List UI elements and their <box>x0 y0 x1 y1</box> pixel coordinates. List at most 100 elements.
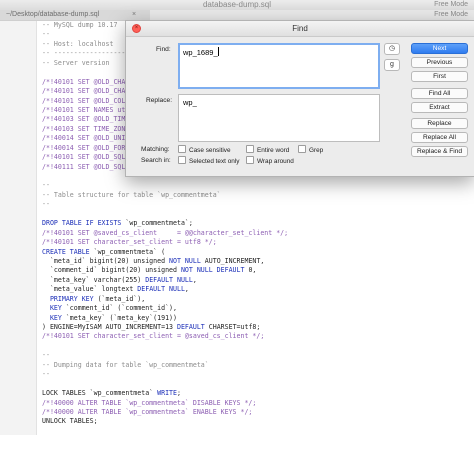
line-number <box>0 304 36 313</box>
line-number <box>0 285 36 294</box>
tab-close-icon[interactable]: × <box>132 10 142 20</box>
previous-button[interactable]: Previous <box>411 57 468 68</box>
code-line: -- Dumping data for table `wp_commentmet… <box>42 361 474 370</box>
wrap-around-checkbox[interactable]: Wrap around <box>246 156 294 165</box>
code-token: , <box>184 285 189 294</box>
line-number <box>0 78 36 87</box>
code-token: /*!40000 ALTER TABLE `wp_commentmeta` EN… <box>42 407 253 416</box>
code-line: UNLOCK TABLES; <box>42 417 474 426</box>
next-button[interactable]: Next <box>411 43 468 54</box>
document-tab-label: ~/Desktop/database-dump.sql <box>6 11 100 18</box>
extract-button[interactable]: Extract <box>411 102 468 113</box>
checkbox-box <box>178 156 186 164</box>
code-token: -- Table structure for table `wp_comment… <box>42 190 221 199</box>
code-token: KEY <box>42 304 62 313</box>
find-all-button[interactable]: Find All <box>411 88 468 99</box>
line-number <box>0 115 36 124</box>
line-number <box>0 40 36 49</box>
code-token: -- MySQL dump 10.17 <box>42 21 118 29</box>
case-sensitive-label: Case sensitive <box>189 147 231 154</box>
code-token: DROP TABLE IF EXISTS <box>42 219 122 228</box>
code-line: KEY `meta_key` (`meta_key`(191)) <box>42 314 474 323</box>
line-number <box>0 87 36 96</box>
code-token: `meta_key` (`meta_key`(191)) <box>61 313 177 322</box>
code-line: /*!40101 SET character_set_client = @sav… <box>42 332 474 341</box>
replace-and-find-button[interactable]: Replace & Find <box>411 146 468 157</box>
code-token: AUTO_INCREMENT, <box>200 256 265 265</box>
code-token: (`meta_id`), <box>93 294 146 303</box>
line-number <box>0 446 36 455</box>
find-dialog-titlebar: × Find <box>126 21 474 37</box>
wrap-around-label: Wrap around <box>257 158 294 165</box>
code-token: `wp_commentmeta` ( <box>89 247 166 256</box>
entire-word-label: Entire word <box>257 147 290 154</box>
line-number <box>0 191 36 200</box>
line-number <box>0 370 36 379</box>
line-number <box>0 172 36 181</box>
entire-word-checkbox[interactable]: Entire word <box>246 145 289 154</box>
code-token: WRITE <box>157 389 177 398</box>
line-number <box>0 323 36 332</box>
replace-input[interactable]: wp_ <box>178 94 380 142</box>
line-number <box>0 380 36 389</box>
line-number-gutter <box>0 21 37 435</box>
code-token: NOT NULL DEFAULT <box>180 266 245 275</box>
line-number <box>0 49 36 58</box>
line-number <box>0 30 36 39</box>
code-token: `wp_commentmeta`; <box>121 219 193 228</box>
line-number <box>0 295 36 304</box>
window-title: database-dump.sql <box>202 0 272 9</box>
line-number <box>0 163 36 172</box>
find-label: Find: <box>156 46 171 53</box>
line-number <box>0 106 36 115</box>
checkbox-box <box>178 145 186 153</box>
code-token: CHARSET=utf8; <box>204 323 261 331</box>
first-button[interactable]: First <box>411 71 468 82</box>
line-number <box>0 210 36 219</box>
case-sensitive-checkbox[interactable]: Case sensitive <box>178 145 231 154</box>
code-line: -- <box>42 200 474 209</box>
code-line: /*!40101 SET @saved_cs_client = @@charac… <box>42 229 474 238</box>
code-token: 0, <box>244 266 257 275</box>
code-token: /*!40000 ALTER TABLE `wp_commentmeta` DI… <box>42 398 257 407</box>
find-input[interactable]: wp_1689_ <box>178 43 380 89</box>
matching-label: Matching: <box>141 146 170 153</box>
line-number <box>0 59 36 68</box>
code-line: PRIMARY KEY (`meta_id`), <box>42 295 474 304</box>
line-number <box>0 97 36 106</box>
replace-button[interactable]: Replace <box>411 118 468 129</box>
line-number <box>0 408 36 417</box>
code-token: DEFAULT NULL <box>137 285 185 294</box>
code-token: `meta_value` longtext <box>42 285 138 294</box>
line-number <box>0 399 36 408</box>
code-token: UNLOCK TABLES; <box>42 417 98 426</box>
code-line: CREATE TABLE `wp_commentmeta` ( <box>42 248 474 257</box>
replace-input-value: wp_ <box>183 98 197 107</box>
code-line: /*!40000 ALTER TABLE `wp_commentmeta` DI… <box>42 399 474 408</box>
grep-pattern-menu[interactable]: g <box>384 59 400 71</box>
line-number <box>0 314 36 323</box>
close-icon[interactable]: × <box>132 24 141 33</box>
code-token: ) ENGINE=MyISAM AUTO_INCREMENT=13 <box>42 323 177 331</box>
document-tab[interactable]: ~/Desktop/database-dump.sql × <box>0 10 150 20</box>
replace-all-button[interactable]: Replace All <box>411 132 468 143</box>
replace-label: Replace: <box>146 97 173 104</box>
code-token: -- <box>42 181 50 190</box>
code-line: ) ENGINE=MyISAM AUTO_INCREMENT=13 DEFAUL… <box>42 323 474 332</box>
text-cursor <box>217 47 219 56</box>
checkbox-box <box>246 145 254 153</box>
code-token: LOCK TABLES `wp_commentmeta` <box>42 389 158 398</box>
code-token: -- <box>42 30 50 39</box>
clock-icon[interactable]: ◷ <box>384 43 400 55</box>
find-input-value: wp_1689_ <box>183 48 218 57</box>
code-line: -- <box>42 370 474 379</box>
grep-checkbox[interactable]: Grep <box>298 145 323 154</box>
code-line: -- <box>42 351 474 360</box>
line-number <box>0 153 36 162</box>
code-token: -- <box>42 370 50 379</box>
selected-text-only-label: Selected text only <box>189 158 240 165</box>
selected-text-only-checkbox[interactable]: Selected text only <box>178 156 239 165</box>
mode-label: Free Mode <box>434 11 468 18</box>
code-line: LOCK TABLES `wp_commentmeta` WRITE; <box>42 389 474 398</box>
